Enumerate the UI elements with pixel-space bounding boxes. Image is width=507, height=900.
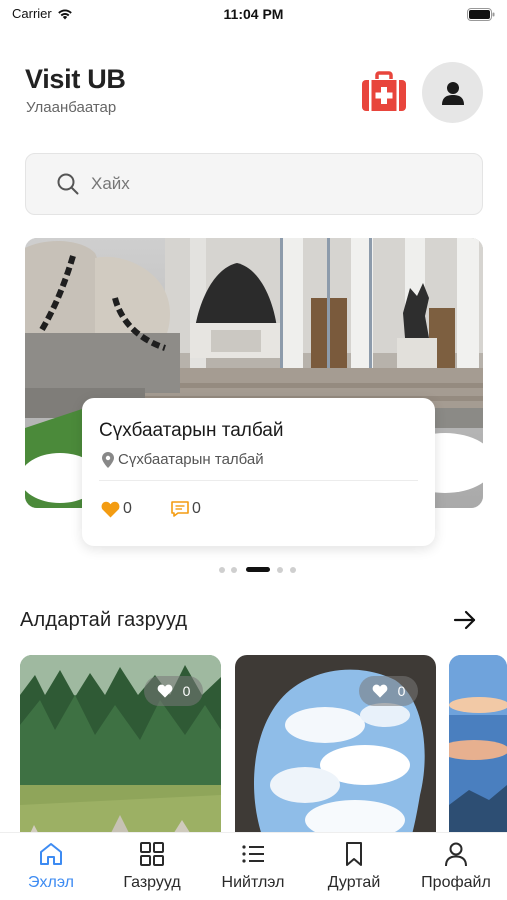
status-bar: Carrier 11:04 PM (0, 0, 507, 30)
like-count: 0 (182, 683, 191, 699)
person-icon (445, 842, 467, 867)
tab-places[interactable]: Газрууд (102, 841, 202, 892)
tab-articles-label: Нийтлэл (221, 874, 285, 891)
featured-place-location-label: Сүхбаатарын талбай (118, 451, 264, 468)
location-pin-icon (102, 451, 114, 468)
tab-profile[interactable]: Профайл (406, 841, 506, 892)
tab-favorites-label: Дуртай (327, 874, 381, 891)
home-icon (40, 843, 62, 865)
heart-icon (101, 501, 120, 517)
heart-icon (372, 684, 387, 698)
list-icon (242, 845, 264, 863)
grid-icon (140, 842, 164, 866)
profile-avatar-button[interactable] (422, 62, 483, 123)
pager-dot[interactable] (290, 567, 296, 573)
featured-like-value: 0 (123, 500, 132, 517)
pager-dot[interactable] (231, 567, 237, 573)
status-time: 11:04 PM (223, 6, 284, 22)
tab-profile-label: Профайл (421, 874, 491, 891)
place-photo (449, 655, 507, 855)
popular-place-card[interactable] (449, 655, 507, 855)
heart-icon (157, 684, 172, 698)
first-aid-icon (362, 71, 406, 111)
search-placeholder: Хайх (91, 174, 130, 193)
like-badge[interactable]: 0 (144, 676, 203, 706)
tab-articles[interactable]: Нийтлэл (203, 841, 303, 892)
comment-icon (171, 501, 189, 517)
pager-dot[interactable] (219, 567, 225, 573)
like-badge[interactable]: 0 (359, 676, 418, 706)
featured-place-location: Сүхбаатарын талбай (102, 451, 264, 468)
city-subtitle: Улаанбаатар (26, 99, 117, 116)
featured-place-title: Сүхбаатарын талбай (99, 420, 284, 441)
like-count: 0 (397, 683, 406, 699)
featured-comment-value: 0 (192, 500, 201, 517)
first-aid-button[interactable] (360, 71, 408, 113)
popular-place-card[interactable]: 0 (20, 655, 221, 855)
popular-place-card[interactable]: 0 (235, 655, 436, 855)
featured-like-count[interactable]: 0 (101, 500, 132, 518)
search-icon (57, 173, 79, 195)
carousel-pager (0, 567, 507, 573)
tab-favorites[interactable]: Дуртай (304, 841, 404, 892)
bottom-tab-bar: Эхлэл Газрууд Нийтлэл Дуртай Профайл (0, 832, 507, 900)
search-input[interactable]: Хайх (25, 153, 483, 215)
tab-home[interactable]: Эхлэл (1, 841, 101, 892)
featured-place-card[interactable]: Сүхбаатарын талбай Сүхбаатарын талбай 0 … (82, 398, 435, 546)
featured-comment-count[interactable]: 0 (171, 500, 201, 518)
see-all-button[interactable] (453, 609, 477, 631)
user-icon (441, 81, 464, 105)
bookmark-icon (346, 842, 362, 866)
card-divider (99, 480, 418, 481)
tab-home-label: Эхлэл (28, 874, 74, 891)
popular-section-title: Алдартай газрууд (20, 609, 188, 631)
pager-dot-active[interactable] (246, 567, 270, 572)
battery-icon (467, 8, 495, 21)
pager-dot[interactable] (277, 567, 283, 573)
tab-places-label: Газрууд (123, 874, 181, 891)
arrow-right-icon (453, 610, 476, 630)
app-title: Visit UB (25, 64, 126, 94)
